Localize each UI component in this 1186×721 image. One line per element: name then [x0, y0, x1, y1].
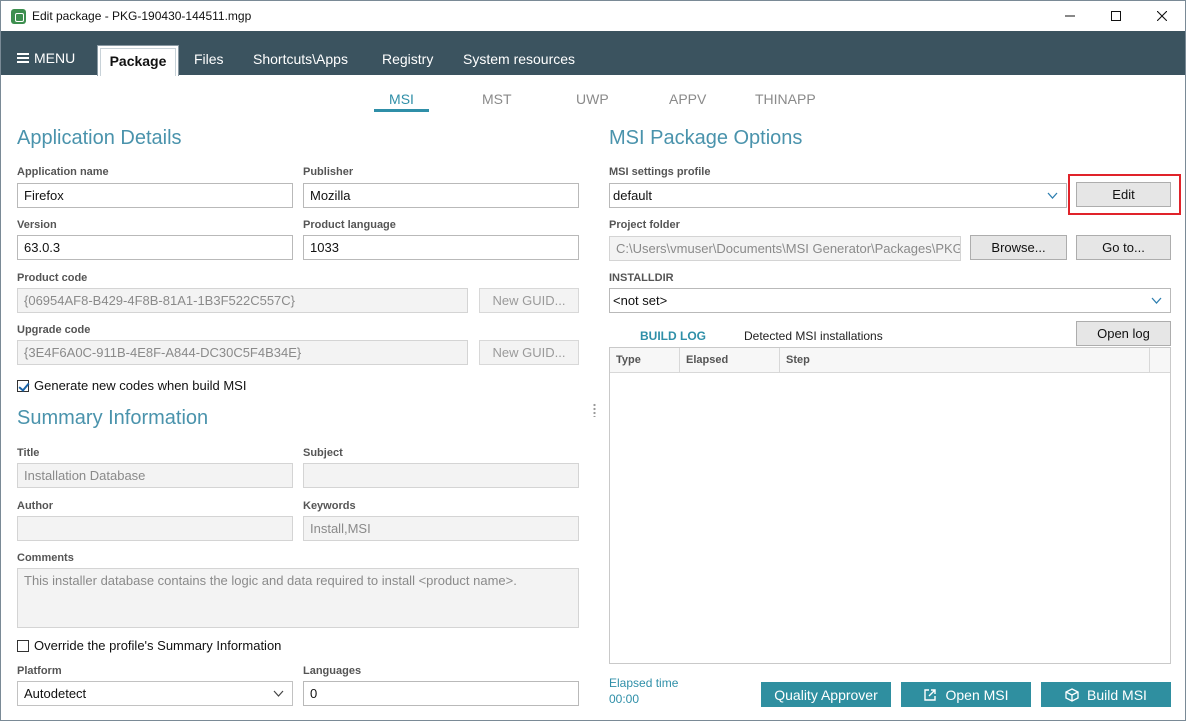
checkbox-checked-icon	[17, 379, 29, 392]
tab-package[interactable]: Package	[97, 45, 179, 76]
menu-button[interactable]: MENU	[17, 50, 75, 66]
column-elapsed[interactable]: Elapsed	[680, 348, 780, 373]
chevron-down-icon	[1151, 297, 1162, 304]
window-title: Edit package - PKG-190430-144511.mgp	[32, 9, 252, 23]
product-code-input[interactable]: {06954AF8-B429-4F8B-81A1-1B3F522C557C}	[17, 288, 468, 313]
application-details-heading: Application Details	[17, 127, 182, 149]
platform-value: Autodetect	[24, 686, 87, 701]
open-msi-button[interactable]: Open MSI	[901, 682, 1031, 707]
minimize-icon	[1065, 15, 1075, 17]
platform-label: Platform	[17, 665, 62, 677]
generate-codes-label: Generate new codes when build MSI	[34, 378, 247, 393]
minimize-button[interactable]	[1047, 1, 1093, 31]
hamburger-icon	[17, 53, 29, 63]
upgrade-new-guid-button[interactable]: New GUID...	[479, 340, 579, 365]
summary-information-heading: Summary Information	[17, 407, 209, 429]
maximize-button[interactable]	[1093, 1, 1139, 31]
msi-options-heading: MSI Package Options	[609, 127, 803, 149]
languages-input[interactable]: 0	[303, 681, 579, 706]
build-log-grid[interactable]: Type Elapsed Step	[609, 347, 1171, 664]
build-log-header: Type Elapsed Step	[610, 348, 1170, 373]
quality-approver-label: Quality Approver	[774, 686, 878, 703]
ribbon-tab-bar: MENU Package Files Shortcuts\Apps Regist…	[1, 31, 1185, 76]
goto-button[interactable]: Go to...	[1076, 235, 1171, 260]
version-label: Version	[17, 219, 57, 231]
subtab-msi[interactable]: MSI	[374, 91, 429, 107]
subtab-appv[interactable]: APPV	[669, 91, 706, 107]
chevron-down-icon	[1047, 192, 1058, 199]
languages-label: Languages	[303, 665, 362, 677]
close-button[interactable]	[1139, 1, 1185, 31]
open-msi-label: Open MSI	[945, 686, 1009, 703]
title-bar: Edit package - PKG-190430-144511.mgp	[1, 1, 1185, 31]
splitter-handle[interactable]	[593, 403, 596, 417]
elapsed-time-value: 00:00	[609, 692, 640, 706]
project-folder-input[interactable]: C:\Users\vmuser\Documents\MSI Generator\…	[609, 236, 961, 261]
column-type[interactable]: Type	[610, 348, 680, 373]
comments-label: Comments	[17, 552, 74, 564]
highlight-box	[1068, 174, 1181, 215]
msi-profile-label: MSI settings profile	[609, 166, 711, 178]
maximize-icon	[1111, 11, 1121, 21]
subject-label: Subject	[303, 447, 343, 459]
product-language-input[interactable]: 1033	[303, 235, 579, 260]
keywords-label: Keywords	[303, 500, 356, 512]
subject-input[interactable]	[303, 463, 579, 488]
checkbox-unchecked-icon	[17, 639, 29, 652]
version-input[interactable]: 63.0.3	[17, 235, 293, 260]
msi-profile-select[interactable]: default	[609, 183, 1067, 208]
browse-button[interactable]: Browse...	[970, 235, 1067, 260]
subtab-uwp[interactable]: UWP	[576, 91, 609, 107]
title-label: Title	[17, 447, 40, 459]
upgrade-code-label: Upgrade code	[17, 324, 91, 336]
author-input[interactable]	[17, 516, 293, 541]
override-summary-checkbox[interactable]: Override the profile's Summary Informati…	[17, 638, 281, 653]
override-summary-label: Override the profile's Summary Informati…	[34, 638, 282, 653]
subtab-mst[interactable]: MST	[482, 91, 512, 107]
product-language-label: Product language	[303, 219, 396, 231]
tab-shortcuts-apps[interactable]: Shortcuts\Apps	[253, 51, 348, 67]
keywords-input[interactable]: Install,MSI	[303, 516, 579, 541]
chevron-down-icon	[273, 690, 284, 697]
tab-build-log[interactable]: BUILD LOG	[640, 329, 706, 343]
installdir-select[interactable]: <not set>	[609, 288, 1171, 313]
title-input[interactable]: Installation Database	[17, 463, 293, 488]
platform-select[interactable]: Autodetect	[17, 681, 293, 706]
build-msi-button[interactable]: Build MSI	[1041, 682, 1171, 707]
tab-detected-installations[interactable]: Detected MSI installations	[744, 329, 883, 343]
edit-package-window: Edit package - PKG-190430-144511.mgp MEN…	[0, 0, 1186, 721]
author-label: Author	[17, 500, 54, 512]
comments-textarea[interactable]: This installer database contains the log…	[17, 568, 579, 628]
product-new-guid-button[interactable]: New GUID...	[479, 288, 579, 313]
product-code-label: Product code	[17, 272, 88, 284]
tab-registry[interactable]: Registry	[382, 51, 433, 67]
project-folder-label: Project folder	[609, 219, 680, 231]
package-box-icon	[1065, 687, 1079, 702]
app-name-label: Application name	[17, 166, 109, 178]
close-icon	[1157, 11, 1167, 21]
tab-system-resources[interactable]: System resources	[463, 51, 575, 67]
publisher-label: Publisher	[303, 166, 354, 178]
installdir-label: INSTALLDIR	[609, 272, 674, 284]
upgrade-code-input[interactable]: {3E4F6A0C-911B-4E8F-A844-DC30C5F4B34E}	[17, 340, 468, 365]
tab-files[interactable]: Files	[194, 51, 224, 67]
msi-profile-value: default	[613, 188, 653, 203]
external-link-icon	[924, 688, 937, 701]
menu-label: MENU	[34, 50, 76, 66]
quality-approver-button[interactable]: Quality Approver	[761, 682, 891, 707]
column-step[interactable]: Step	[780, 348, 1150, 373]
installdir-value: <not set>	[613, 293, 668, 308]
open-log-button[interactable]: Open log	[1076, 321, 1171, 346]
elapsed-time-label: Elapsed time	[609, 676, 679, 690]
subtab-active-indicator	[374, 109, 429, 112]
subtab-thinapp[interactable]: THINAPP	[755, 91, 816, 107]
app-logo-icon	[11, 9, 26, 24]
build-msi-label: Build MSI	[1087, 686, 1147, 703]
app-name-input[interactable]: Firefox	[17, 183, 293, 208]
publisher-input[interactable]: Mozilla	[303, 183, 579, 208]
generate-codes-checkbox[interactable]: Generate new codes when build MSI	[17, 378, 246, 393]
